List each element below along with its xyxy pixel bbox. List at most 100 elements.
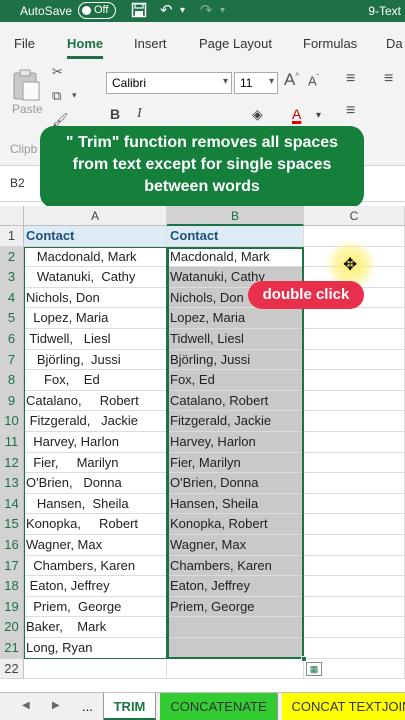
cell-b[interactable]: Konopka, Robert xyxy=(167,514,304,535)
cell-c[interactable] xyxy=(304,576,405,597)
cell-b[interactable]: Fox, Ed xyxy=(167,370,304,391)
cell-a[interactable]: Catalano, Robert xyxy=(24,390,167,412)
row-header[interactable]: 6 xyxy=(0,329,24,350)
cell-c[interactable] xyxy=(304,390,405,412)
row-header[interactable]: 19 xyxy=(0,596,24,618)
row-header[interactable]: 13 xyxy=(0,473,24,494)
cell-c[interactable] xyxy=(304,617,405,638)
cell-b[interactable]: Chambers, Karen xyxy=(167,555,304,577)
align-top-icon[interactable]: ≡ xyxy=(346,70,355,88)
paste-icon[interactable] xyxy=(10,68,42,102)
cell-a[interactable]: Konopka, Robert xyxy=(24,514,167,535)
tab-data[interactable]: Da xyxy=(386,36,403,51)
row-header[interactable]: 15 xyxy=(0,514,24,535)
shrink-font-icon[interactable]: Aˇ xyxy=(308,73,319,88)
cell-b[interactable]: Eaton, Jeffrey xyxy=(167,576,304,597)
fill-color-icon[interactable]: ◈ xyxy=(252,106,263,123)
row-header[interactable]: 5 xyxy=(0,308,24,329)
cell-b[interactable]: Fitzgerald, Jackie xyxy=(167,411,304,432)
cell-a[interactable]: Long, Ryan xyxy=(24,638,167,659)
sheet-tab-concat-textjoin[interactable]: CONCAT TEXTJOIN xyxy=(282,693,405,720)
cell-a[interactable]: Priem, George xyxy=(24,596,167,618)
cell-c[interactable] xyxy=(304,535,405,556)
cell-a[interactable]: Tidwell, Liesl xyxy=(24,329,167,350)
cell-a[interactable]: O'Brien, Donna xyxy=(24,473,167,494)
column-header-b[interactable]: B xyxy=(167,206,304,226)
cell-b[interactable]: Catalano, Robert xyxy=(167,390,304,412)
row-header[interactable]: 7 xyxy=(0,349,24,371)
cell-c[interactable] xyxy=(304,349,405,371)
cell-b[interactable] xyxy=(167,658,304,680)
cell-b[interactable]: Priem, George xyxy=(167,596,304,618)
bold-button[interactable]: B xyxy=(110,106,120,122)
row-header[interactable]: 9 xyxy=(0,390,24,412)
save-icon[interactable] xyxy=(131,2,147,22)
quick-analysis-icon[interactable]: ▦ xyxy=(306,662,322,676)
cell-b[interactable]: Tidwell, Liesl xyxy=(167,329,304,350)
tab-file[interactable]: File xyxy=(14,36,35,51)
italic-button[interactable]: I xyxy=(137,106,142,122)
sheet-tab-concatenate[interactable]: CONCATENATE xyxy=(160,693,278,720)
column-header-a[interactable]: A xyxy=(24,206,167,226)
autosave-toggle[interactable]: Off xyxy=(78,2,116,19)
row-header[interactable]: 12 xyxy=(0,452,24,474)
cell-c[interactable] xyxy=(304,370,405,391)
cell-a[interactable]: Nichols, Don xyxy=(24,287,167,309)
cell-b[interactable] xyxy=(167,638,304,659)
tab-insert[interactable]: Insert xyxy=(134,36,167,51)
cell-b[interactable]: Wagner, Max xyxy=(167,535,304,556)
row-header[interactable]: 20 xyxy=(0,617,24,638)
row-header[interactable]: 11 xyxy=(0,432,24,453)
cell-a[interactable]: Fier, Marilyn xyxy=(24,452,167,474)
cell-a[interactable]: Fox, Ed xyxy=(24,370,167,391)
cell-c[interactable] xyxy=(304,452,405,474)
row-header[interactable]: 22 xyxy=(0,658,24,680)
cell-c[interactable] xyxy=(304,473,405,494)
row-header[interactable]: 3 xyxy=(0,267,24,288)
cell-a[interactable]: Watanuki, Cathy xyxy=(24,267,167,288)
copy-dropdown-icon[interactable]: ▾ xyxy=(72,90,77,101)
row-header[interactable]: 1 xyxy=(0,226,24,247)
tab-page-layout[interactable]: Page Layout xyxy=(199,36,272,51)
sheet-tab-more[interactable]: ... xyxy=(72,693,104,720)
cell-a[interactable]: Lopez, Maria xyxy=(24,308,167,329)
grow-font-icon[interactable]: A^ xyxy=(284,70,299,90)
row-header[interactable]: 18 xyxy=(0,576,24,597)
undo-dropdown-icon[interactable]: ▾ xyxy=(180,2,185,19)
redo-dropdown-icon[interactable]: ▾ xyxy=(220,2,225,19)
tab-formulas[interactable]: Formulas xyxy=(303,36,357,51)
cell-a[interactable]: Harvey, Harlon xyxy=(24,432,167,453)
cell-b[interactable]: Contact xyxy=(167,226,304,247)
cell-c[interactable] xyxy=(304,596,405,618)
cell-b[interactable]: Harvey, Harlon xyxy=(167,432,304,453)
cell-a[interactable] xyxy=(24,658,167,680)
cell-c[interactable] xyxy=(304,555,405,577)
row-header[interactable]: 4 xyxy=(0,287,24,309)
scroll-tabs-left-icon[interactable]: ◀ xyxy=(22,700,30,711)
cell-b[interactable]: Björling, Jussi xyxy=(167,349,304,371)
cell-a[interactable]: Hansen, Sheila xyxy=(24,493,167,515)
cell-a[interactable]: Björling, Jussi xyxy=(24,349,167,371)
font-color-button[interactable]: A xyxy=(292,106,301,122)
cell-b[interactable]: Hansen, Sheila xyxy=(167,493,304,515)
font-size-select[interactable]: 11 ▾ xyxy=(234,72,278,94)
fill-handle[interactable] xyxy=(301,655,307,662)
cell-a[interactable]: Baker, Mark xyxy=(24,617,167,638)
row-header[interactable]: 17 xyxy=(0,555,24,577)
scroll-tabs-right-icon[interactable]: ▶ xyxy=(52,700,60,711)
row-header[interactable]: 16 xyxy=(0,535,24,556)
sheet-tab-trim[interactable]: TRIM xyxy=(104,693,156,720)
cell-b[interactable]: Fier, Marilyn xyxy=(167,452,304,474)
cell-c[interactable] xyxy=(304,493,405,515)
undo-icon[interactable]: ↶ xyxy=(160,2,173,19)
cell-a[interactable]: Eaton, Jeffrey xyxy=(24,576,167,597)
copy-icon[interactable]: ⧉ xyxy=(52,88,61,104)
cell-a[interactable]: Contact xyxy=(24,226,167,247)
wrap-text-icon[interactable]: ≡ xyxy=(384,70,393,88)
cell-a[interactable]: Chambers, Karen xyxy=(24,555,167,577)
redo-icon[interactable]: ↷ xyxy=(200,2,213,19)
cell-b[interactable]: Lopez, Maria xyxy=(167,308,304,329)
cell-c[interactable] xyxy=(304,308,405,329)
cell-b[interactable]: O'Brien, Donna xyxy=(167,473,304,494)
row-header[interactable]: 21 xyxy=(0,638,24,659)
